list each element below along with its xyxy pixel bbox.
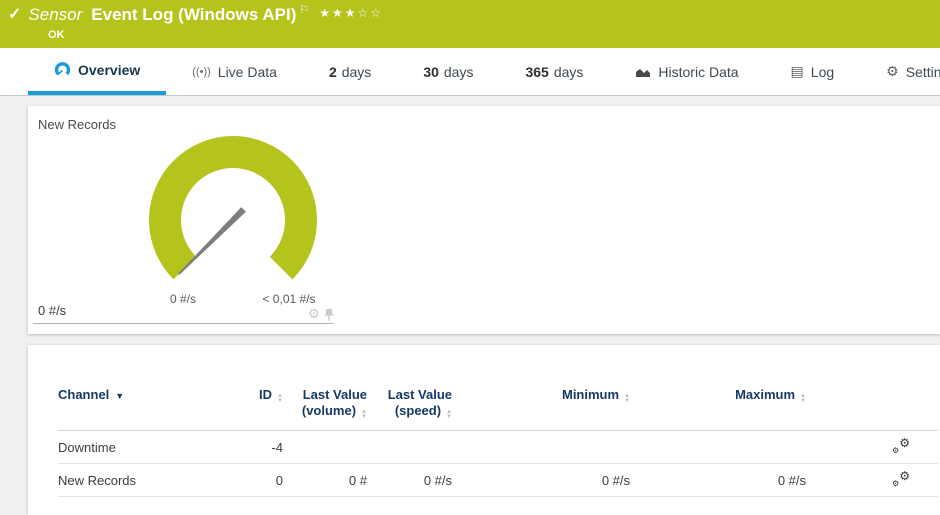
cell-last-value-volume: 0 # — [283, 464, 367, 497]
tab-365-days[interactable]: 365 days — [499, 48, 609, 95]
sort-icon: ▲▼ — [446, 410, 452, 420]
historic-data-icon — [635, 66, 651, 78]
sensor-header-banner: ✓ Sensor Event Log (Windows API) ⚐ ★★★☆☆… — [0, 0, 940, 48]
cell-id: -4 — [218, 431, 283, 464]
sort-icon: ▲▼ — [277, 394, 283, 404]
sort-icon: ▲▼ — [624, 394, 630, 404]
tab-label: days — [444, 64, 474, 80]
tab-settings[interactable]: ⚙ Settings — [860, 48, 940, 95]
table-row-new-records[interactable]: New Records 0 0 # 0 #/s 0 #/s 0 #/s ⚙ ⚙ — [58, 464, 938, 497]
priority-flag-icon[interactable]: ⚐ — [299, 5, 309, 16]
live-data-icon: ((•)) — [192, 66, 211, 78]
cell-channel[interactable]: Downtime — [58, 431, 218, 464]
pin-icon[interactable] — [324, 308, 334, 321]
channel-table-panel: Channel▼ ID▲▼ Last Value (volume)▲▼ Last… — [28, 345, 940, 515]
cell-minimum — [452, 431, 630, 464]
tab-label: Settings — [906, 64, 940, 80]
tab-label: days — [554, 64, 584, 80]
table-row-downtime[interactable]: Downtime -4 ⚙ ⚙ — [58, 431, 938, 464]
cell-channel[interactable]: New Records — [58, 464, 218, 497]
log-icon: ▤ — [791, 63, 804, 80]
channel-settings-gears-icon[interactable]: ⚙ ⚙ — [892, 471, 910, 487]
tab-number: 30 — [423, 64, 439, 80]
tab-number: 365 — [525, 64, 548, 80]
channel-table: Channel▼ ID▲▼ Last Value (volume)▲▼ Last… — [58, 383, 938, 497]
cell-id: 0 — [218, 464, 283, 497]
gauge-icon — [54, 62, 71, 77]
sensor-kind-label: Sensor — [28, 5, 82, 25]
tab-2-days[interactable]: 2 days — [303, 48, 397, 95]
column-header-id[interactable]: ID▲▼ — [218, 383, 283, 431]
gauge-chart: 0 #/s < 0,01 #/s — [33, 132, 333, 310]
cell-last-value-speed — [367, 431, 452, 464]
column-header-minimum[interactable]: Minimum▲▼ — [452, 383, 630, 431]
tab-label: days — [342, 64, 372, 80]
tab-bar: Overview ((•)) Live Data 2 days 30 days … — [0, 48, 940, 96]
cell-minimum: 0 #/s — [452, 464, 630, 497]
tab-number: 2 — [329, 64, 337, 80]
sensor-status-badge: OK — [48, 29, 65, 41]
tab-live-data[interactable]: ((•)) Live Data — [166, 48, 303, 95]
gauge-widget-divider — [33, 323, 333, 324]
channel-settings-gears-icon[interactable]: ⚙ ⚙ — [892, 438, 910, 454]
tab-label: Overview — [78, 62, 140, 78]
column-header-last-value-speed[interactable]: Last Value (speed)▲▼ — [367, 383, 452, 431]
column-header-last-value-volume[interactable]: Last Value (volume)▲▼ — [283, 383, 367, 431]
gauge-scale-min: 0 #/s — [170, 292, 196, 306]
status-check-icon: ✓ — [8, 5, 21, 25]
cell-maximum — [630, 431, 806, 464]
sensor-title: Event Log (Windows API) — [91, 5, 296, 25]
gauge-panel: New Records 0 #/s < 0,01 #/s 0 #/s ⚙ — [28, 106, 940, 334]
widget-settings-gear-icon[interactable]: ⚙ — [308, 306, 320, 322]
tab-label: Historic Data — [658, 64, 738, 80]
gauge-needle — [178, 207, 246, 275]
sort-active-icon: ▼ — [115, 391, 124, 401]
cell-last-value-speed: 0 #/s — [367, 464, 452, 497]
table-header-row: Channel▼ ID▲▼ Last Value (volume)▲▼ Last… — [58, 383, 938, 431]
cell-last-value-volume — [283, 431, 367, 464]
gauge-scale-max: < 0,01 #/s — [262, 292, 315, 306]
gauge-panel-title: New Records — [38, 117, 116, 132]
tab-label: Log — [811, 64, 834, 80]
gauge-current-value: 0 #/s — [38, 303, 66, 318]
column-header-actions — [806, 383, 938, 431]
column-header-channel[interactable]: Channel▼ — [58, 383, 218, 431]
column-header-maximum[interactable]: Maximum▲▼ — [630, 383, 806, 431]
tab-overview[interactable]: Overview — [28, 48, 166, 95]
sort-icon: ▲▼ — [800, 394, 806, 404]
gauge-arc — [165, 152, 301, 268]
priority-stars[interactable]: ★★★☆☆ — [319, 6, 383, 20]
cell-maximum: 0 #/s — [630, 464, 806, 497]
tab-log[interactable]: ▤ Log — [765, 48, 861, 95]
tab-historic-data[interactable]: Historic Data — [609, 48, 764, 95]
tab-label: Live Data — [218, 64, 277, 80]
sort-icon: ▲▼ — [361, 410, 367, 420]
tab-30-days[interactable]: 30 days — [397, 48, 499, 95]
gear-icon: ⚙ — [886, 63, 899, 80]
